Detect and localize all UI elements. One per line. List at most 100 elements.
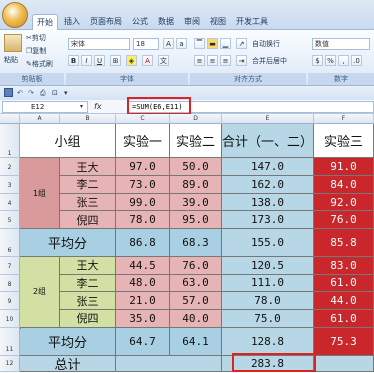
g1-exp3-3[interactable]: 92.0 (314, 193, 374, 212)
g1-name-1[interactable]: 王大 (60, 158, 116, 177)
g1-total-1[interactable]: 147.0 (222, 158, 314, 177)
row-header-11[interactable]: 11 (0, 327, 20, 356)
g2-exp2-3[interactable]: 57.0 (170, 292, 222, 310)
g2-exp2-4[interactable]: 40.0 (170, 310, 222, 328)
shrink-font-icon[interactable]: a (176, 38, 187, 49)
g2-exp3-2[interactable]: 61.0 (314, 274, 374, 293)
g2-total-1[interactable]: 120.5 (222, 256, 314, 275)
merge-center-button[interactable]: 合并后居中 (252, 55, 287, 67)
group1-label[interactable]: 1组 (20, 158, 60, 230)
g1-avg-exp1[interactable]: 86.8 (116, 229, 170, 257)
font-size-select[interactable]: 18 (133, 38, 159, 50)
column-header-d[interactable]: D (170, 114, 222, 124)
tab-developer[interactable]: 开发工具 (232, 14, 272, 30)
g2-exp3-1[interactable]: 83.0 (314, 256, 374, 275)
g1-exp1-4[interactable]: 78.0 (116, 211, 170, 230)
tab-formulas[interactable]: 公式 (128, 14, 152, 30)
underline-icon[interactable]: U (94, 55, 105, 66)
wrap-text-button[interactable]: 自动换行 (252, 38, 280, 50)
g2-avg-exp3[interactable]: 75.3 (314, 327, 374, 356)
g2-avg-exp1[interactable]: 64.7 (116, 327, 170, 356)
g2-name-4[interactable]: 倪四 (60, 310, 116, 328)
column-header-a[interactable]: A (20, 114, 60, 124)
row-header-12[interactable]: 12 (0, 355, 20, 372)
paste-icon[interactable] (4, 34, 22, 52)
g2-exp2-2[interactable]: 63.0 (170, 274, 222, 293)
number-format-select[interactable]: 数值 (312, 38, 370, 50)
preview-icon[interactable]: ⊡ (52, 87, 58, 99)
sum-label[interactable]: 总计 (20, 355, 116, 373)
font-color-icon[interactable]: A (142, 55, 153, 66)
align-right-icon[interactable]: ≡ (220, 55, 231, 66)
align-middle-icon[interactable]: ▬ (207, 38, 218, 49)
insert-function-icon[interactable]: fx (94, 101, 122, 113)
grow-font-icon[interactable]: A (163, 38, 174, 49)
paste-button[interactable]: 粘贴 (4, 54, 18, 66)
g2-exp3-4[interactable]: 61.0 (314, 310, 374, 328)
sum-blank[interactable] (116, 355, 222, 372)
currency-icon[interactable]: $ (312, 55, 323, 66)
orientation-icon[interactable]: ↗ (236, 38, 247, 49)
row-header-10[interactable]: 10 (0, 310, 20, 328)
g1-exp2-2[interactable]: 89.0 (170, 176, 222, 194)
g1-exp3-4[interactable]: 76.0 (314, 211, 374, 230)
g2-avg-label[interactable]: 平均分 (20, 327, 116, 356)
sum-blank-f[interactable] (314, 355, 374, 372)
decimal-icon[interactable]: .0 (351, 55, 362, 66)
g1-exp2-4[interactable]: 95.0 (170, 211, 222, 230)
row-header-1[interactable]: 1 (0, 124, 20, 159)
row-header-6[interactable]: 6 (0, 229, 20, 257)
g1-avg-total[interactable]: 155.0 (222, 229, 314, 257)
g1-name-3[interactable]: 张三 (60, 193, 116, 212)
italic-icon[interactable]: I (81, 55, 92, 66)
save-icon[interactable] (4, 88, 13, 97)
undo-icon[interactable]: ↶ (17, 87, 23, 99)
tab-data[interactable]: 数据 (154, 14, 178, 30)
row-header-7[interactable]: 7 (0, 256, 20, 275)
bold-icon[interactable]: B (68, 55, 79, 66)
g1-total-4[interactable]: 173.0 (222, 211, 314, 230)
row-header-9[interactable]: 9 (0, 292, 20, 310)
header-exp2[interactable]: 实验二 (170, 124, 222, 159)
header-total[interactable]: 合计（一、二） (222, 124, 314, 159)
header-exp1[interactable]: 实验一 (116, 124, 170, 159)
g1-exp1-1[interactable]: 97.0 (116, 158, 170, 177)
g2-exp3-3[interactable]: 44.0 (314, 292, 374, 310)
align-top-icon[interactable]: ▔ (194, 38, 205, 49)
comma-icon[interactable]: , (338, 55, 349, 66)
group2-label[interactable]: 2组 (20, 256, 60, 328)
g1-avg-exp3[interactable]: 85.8 (314, 229, 374, 257)
tab-review[interactable]: 审阅 (180, 14, 204, 30)
align-bottom-icon[interactable]: ▁ (220, 38, 231, 49)
g2-avg-exp2[interactable]: 64.1 (170, 327, 222, 356)
cut-button[interactable]: ✂剪切 (26, 32, 46, 44)
column-header-b[interactable]: B (60, 114, 116, 124)
g2-total-4[interactable]: 75.0 (222, 310, 314, 328)
g2-name-2[interactable]: 李二 (60, 274, 116, 293)
row-header-4[interactable]: 4 (0, 193, 20, 212)
g2-avg-total[interactable]: 128.8 (222, 327, 314, 356)
tab-page-layout[interactable]: 页面布局 (86, 14, 126, 30)
g2-exp1-3[interactable]: 21.0 (116, 292, 170, 310)
g2-name-3[interactable]: 张三 (60, 292, 116, 310)
format-painter-button[interactable]: ✎格式刷 (26, 58, 53, 70)
row-header-5[interactable]: 5 (0, 211, 20, 230)
redo-icon[interactable]: ↷ (28, 87, 34, 99)
g1-exp2-3[interactable]: 39.0 (170, 193, 222, 212)
font-name-select[interactable]: 宋体 (68, 38, 130, 50)
g2-total-3[interactable]: 78.0 (222, 292, 314, 310)
border-icon[interactable]: ⊞ (110, 55, 121, 66)
g2-total-2[interactable]: 111.0 (222, 274, 314, 293)
office-button[interactable] (2, 2, 28, 28)
header-exp3[interactable]: 实验三 (314, 124, 374, 159)
g1-exp3-2[interactable]: 84.0 (314, 176, 374, 194)
name-box-dropdown-icon[interactable]: ▾ (80, 101, 88, 113)
tab-view[interactable]: 视图 (206, 14, 230, 30)
header-group[interactable]: 小组 (20, 124, 116, 159)
g1-avg-exp2[interactable]: 68.3 (170, 229, 222, 257)
select-all-corner[interactable] (0, 114, 20, 124)
row-header-8[interactable]: 8 (0, 274, 20, 293)
g1-exp2-1[interactable]: 50.0 (170, 158, 222, 177)
tab-insert[interactable]: 插入 (60, 14, 84, 30)
g1-name-2[interactable]: 李二 (60, 176, 116, 194)
